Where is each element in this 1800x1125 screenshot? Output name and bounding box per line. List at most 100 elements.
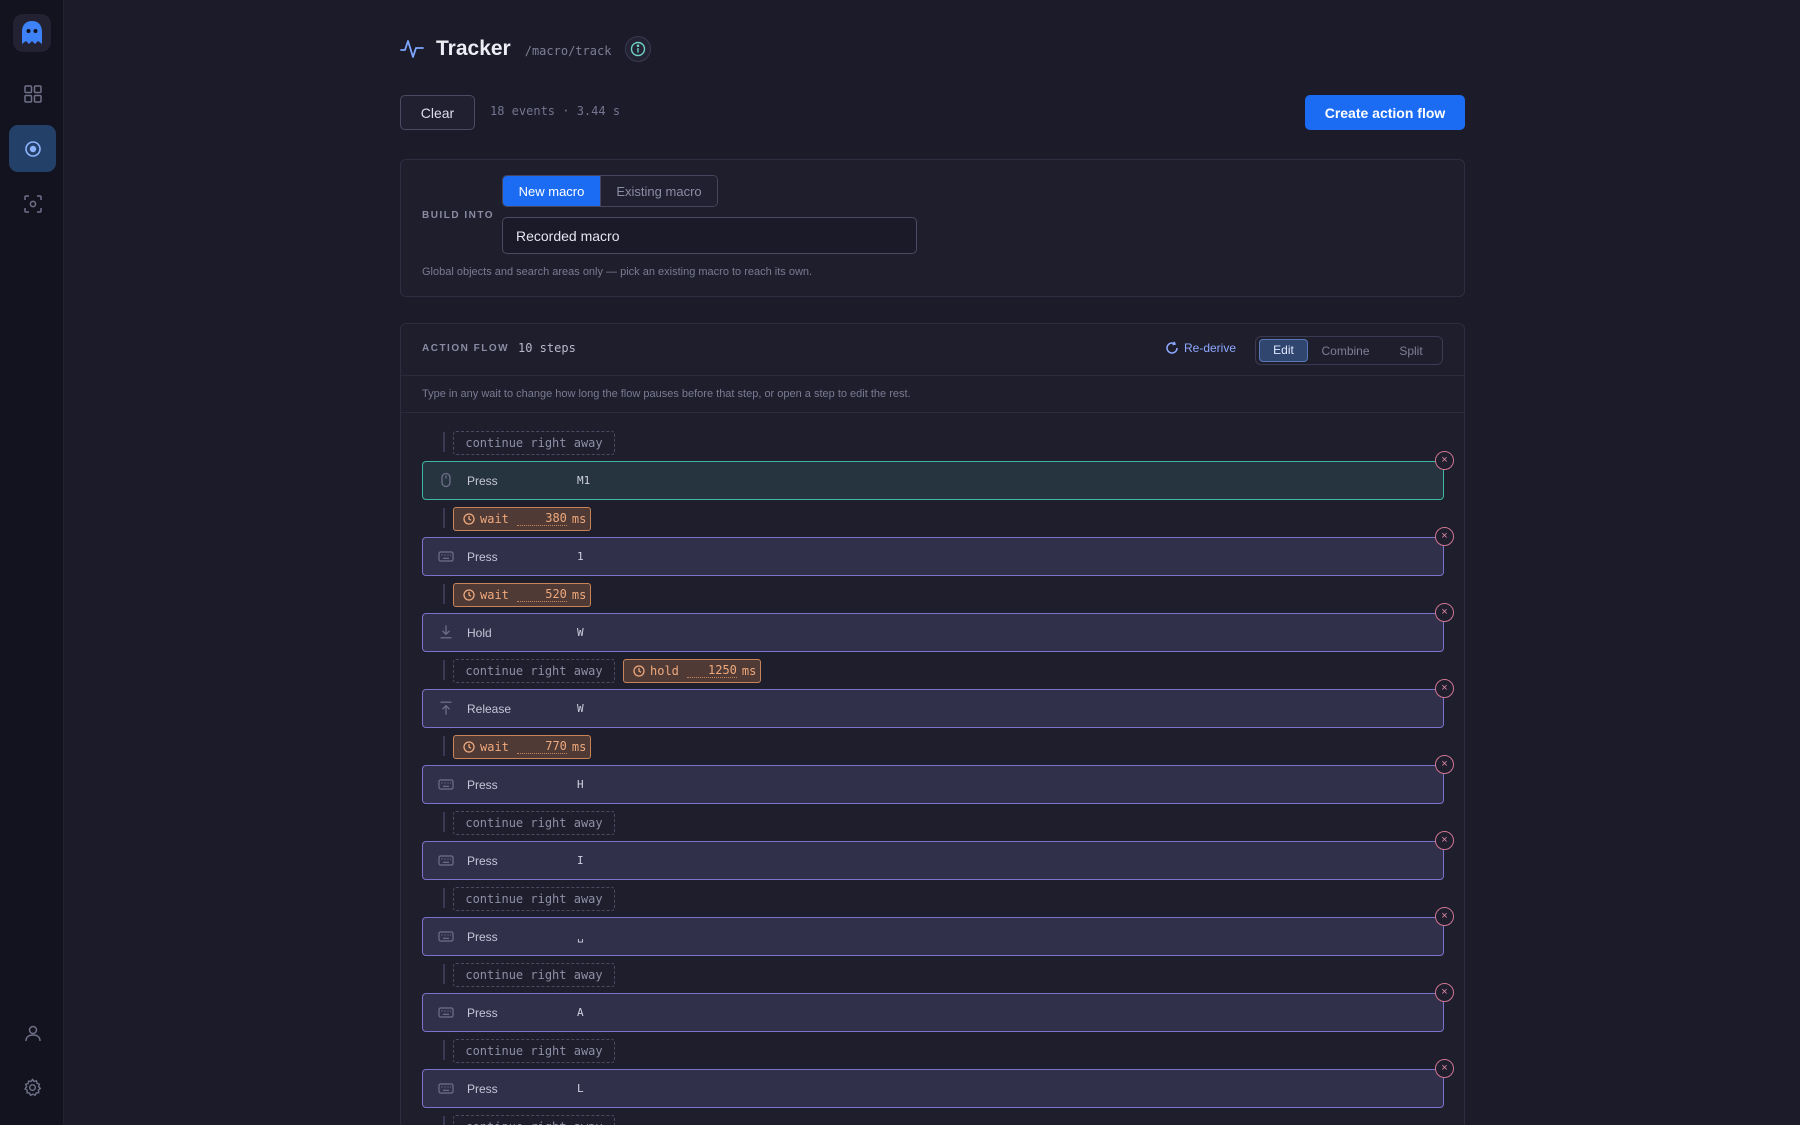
step-key: A	[577, 1006, 584, 1019]
mouse-icon	[438, 472, 454, 488]
step-gap: continue right away	[422, 880, 1444, 917]
nav-dashboard[interactable]	[9, 70, 56, 117]
keyboard-icon	[438, 1004, 454, 1020]
step-gap: continue right away	[422, 1108, 1444, 1125]
nav-account[interactable]	[9, 1009, 56, 1056]
nav-capture[interactable]	[9, 180, 56, 227]
action-step[interactable]: Press L ×	[422, 1059, 1454, 1108]
wait-value[interactable]: 380	[516, 512, 567, 526]
gap-connector	[443, 584, 445, 604]
remove-step-button[interactable]: ×	[1435, 679, 1454, 698]
macro-name-input[interactable]	[502, 217, 917, 254]
remove-step-button[interactable]: ×	[1435, 603, 1454, 622]
step-gap: continue right away hold 1250 ms	[422, 652, 1444, 689]
continue-chip[interactable]: continue right away	[453, 431, 615, 455]
action-step[interactable]: Press ␣ ×	[422, 907, 1454, 956]
step-gap: continue right away	[422, 804, 1444, 841]
action-step[interactable]: Press M1 ×	[422, 451, 1454, 500]
action-step[interactable]: Release W ×	[422, 679, 1454, 728]
wait-label: wait	[480, 588, 509, 602]
mode-combine[interactable]: Combine	[1308, 344, 1383, 358]
gap-connector	[443, 508, 445, 528]
clock-icon	[463, 741, 475, 753]
new-macro-option[interactable]: New macro	[503, 176, 600, 206]
step-type: Press	[467, 777, 498, 792]
continue-chip[interactable]: continue right away	[453, 963, 615, 987]
step-type: Press	[467, 473, 498, 488]
create-action-flow-button[interactable]: Create action flow	[1305, 95, 1465, 130]
build-hint: Global objects and search areas only — p…	[422, 266, 813, 278]
action-step[interactable]: Press A ×	[422, 983, 1454, 1032]
route-path: /macro/track	[524, 44, 612, 58]
step-gap: wait 380 ms	[422, 500, 1444, 537]
remove-step-button[interactable]: ×	[1435, 983, 1454, 1002]
step-type: Press	[467, 853, 498, 868]
clock-icon	[463, 513, 475, 525]
step-key: W	[577, 702, 584, 715]
action-flow-panel: ACTION FLOW 10 steps Re-derive Edit Comb…	[400, 323, 1465, 1125]
remove-step-button[interactable]: ×	[1435, 831, 1454, 850]
gap-connector	[443, 660, 445, 680]
step-key: I	[577, 854, 584, 867]
nav-settings[interactable]	[9, 1064, 56, 1111]
step-gap: wait 520 ms	[422, 576, 1444, 613]
wait-label: wait	[480, 512, 509, 526]
info-icon	[631, 41, 646, 57]
existing-macro-option[interactable]: Existing macro	[600, 176, 717, 206]
ghost-logo[interactable]	[13, 14, 51, 52]
step-gap: continue right away	[422, 1032, 1444, 1069]
nav-tracker[interactable]	[9, 125, 56, 172]
remove-step-button[interactable]: ×	[1435, 755, 1454, 774]
continue-chip[interactable]: continue right away	[453, 811, 615, 835]
action-flow-header: ACTION FLOW 10 steps Re-derive Edit Comb…	[401, 324, 1464, 376]
mode-edit[interactable]: Edit	[1259, 339, 1308, 362]
gap-connector	[443, 964, 445, 984]
step-key: M1	[577, 474, 591, 487]
step-type: Release	[467, 701, 512, 716]
events-summary: 18 events · 3.44 s	[490, 104, 621, 118]
user-icon	[24, 1025, 41, 1041]
remove-step-button[interactable]: ×	[1435, 1059, 1454, 1078]
remove-step-button[interactable]: ×	[1435, 907, 1454, 926]
wait-value[interactable]: 520	[516, 588, 567, 602]
gap-connector	[443, 1116, 445, 1125]
step-key: 1	[577, 550, 584, 563]
remove-step-button[interactable]: ×	[1435, 451, 1454, 470]
rederive-button[interactable]: Re-derive	[1165, 341, 1236, 355]
build-into-label: BUILD INTO	[422, 210, 495, 221]
grid-icon	[23, 84, 42, 103]
clear-button[interactable]: Clear	[400, 95, 475, 130]
scan-icon	[23, 194, 42, 213]
keyboard-icon	[438, 852, 454, 868]
step-key: W	[577, 626, 584, 639]
mode-toggle: Edit Combine Split	[1255, 336, 1443, 365]
wait-label: wait	[480, 740, 509, 754]
gap-connector	[443, 812, 445, 832]
flow-hint: Type in any wait to change how long the …	[422, 388, 911, 400]
action-step[interactable]: Hold W ×	[422, 603, 1454, 652]
wait-value[interactable]: 770	[516, 740, 567, 754]
wait-chip[interactable]: wait 770 ms	[453, 735, 591, 759]
hold-value[interactable]: 1250	[686, 664, 737, 678]
continue-chip[interactable]: continue right away	[453, 1039, 615, 1063]
continue-chip[interactable]: continue right away	[453, 1115, 615, 1125]
continue-chip[interactable]: continue right away	[453, 887, 615, 911]
build-into-panel: BUILD INTO New macro Existing macro Glob…	[400, 159, 1465, 297]
continue-chip[interactable]: continue right away	[453, 659, 615, 683]
macro-target-toggle: New macro Existing macro	[502, 175, 718, 207]
action-step[interactable]: Press H ×	[422, 755, 1454, 804]
action-flow-label: ACTION FLOW	[422, 343, 510, 354]
hold-chip[interactable]: hold 1250 ms	[623, 659, 761, 683]
info-button[interactable]	[625, 36, 652, 62]
action-step[interactable]: Press 1 ×	[422, 527, 1454, 576]
wait-chip[interactable]: wait 380 ms	[453, 507, 591, 531]
step-key: L	[577, 1082, 584, 1095]
action-step[interactable]: Press I ×	[422, 831, 1454, 880]
keyboard-icon	[438, 928, 454, 944]
rederive-label: Re-derive	[1184, 341, 1237, 355]
wait-unit: ms	[571, 512, 587, 526]
remove-step-button[interactable]: ×	[1435, 527, 1454, 546]
wait-chip[interactable]: wait 520 ms	[453, 583, 591, 607]
target-icon	[24, 140, 41, 157]
mode-split[interactable]: Split	[1383, 344, 1439, 358]
